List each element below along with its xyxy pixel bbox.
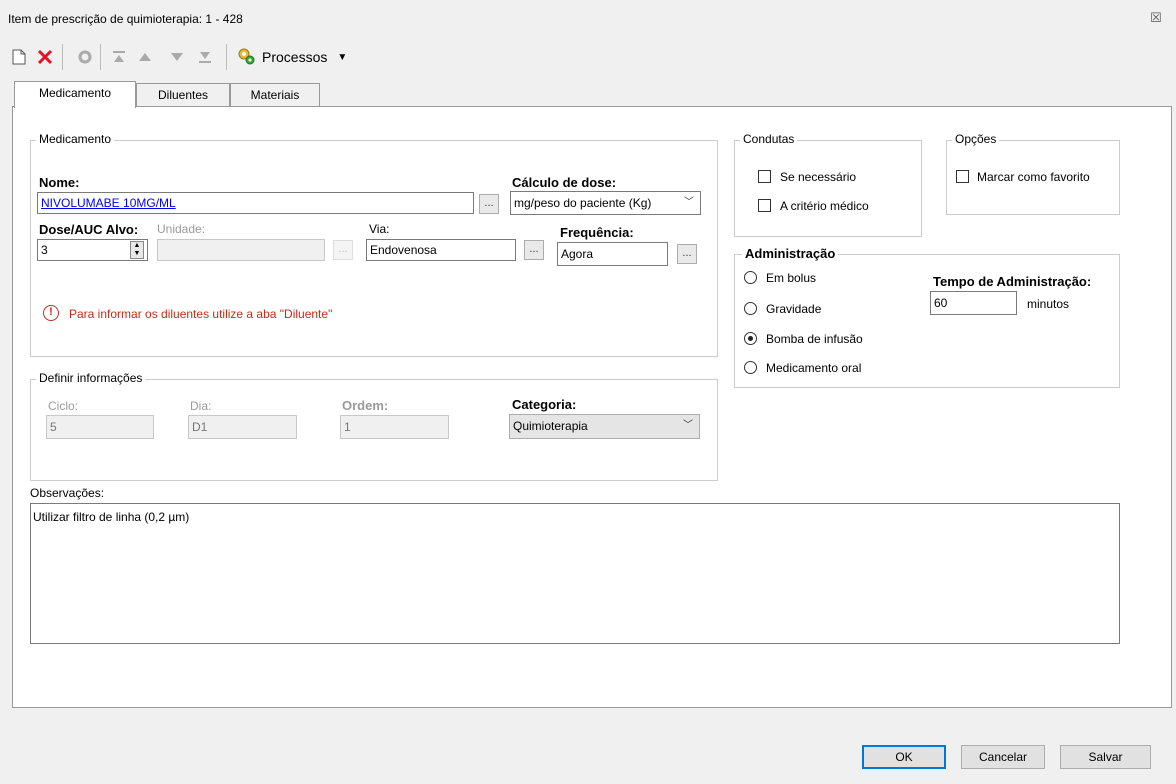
processos-menu[interactable]: Processos ▼ xyxy=(236,46,347,68)
processes-gear-icon xyxy=(236,46,256,69)
unidade-label: Unidade: xyxy=(157,222,206,236)
observacoes-value: Utilizar filtro de linha (0,2 µm) xyxy=(33,510,190,524)
via-field[interactable]: Endovenosa xyxy=(366,239,516,261)
tab-diluentes[interactable]: Diluentes xyxy=(136,83,230,106)
chevron-down-icon: ﹀ xyxy=(683,420,693,431)
move-top-icon[interactable] xyxy=(108,46,130,68)
via-browse-button[interactable]: ... xyxy=(524,240,544,260)
condutas-group-label: Condutas xyxy=(740,132,798,146)
cancelar-button[interactable]: Cancelar xyxy=(961,745,1045,769)
unidade-browse-button: ... xyxy=(333,240,353,260)
em-bolus-label: Em bolus xyxy=(766,271,817,285)
move-up-icon[interactable] xyxy=(134,46,156,68)
diluente-warning: Para informar os diluentes utilize a aba… xyxy=(69,307,333,321)
calculo-value: mg/peso do paciente (Kg) xyxy=(514,196,652,210)
observacoes-textarea[interactable]: Utilizar filtro de linha (0,2 µm) xyxy=(30,503,1120,644)
unidade-field xyxy=(157,239,325,261)
frequencia-browse-button[interactable]: ... xyxy=(677,244,697,264)
gravidade-radio[interactable] xyxy=(744,302,757,315)
categoria-label: Categoria: xyxy=(512,397,577,412)
processos-label: Processos xyxy=(262,49,328,65)
salvar-button[interactable]: Salvar xyxy=(1060,745,1151,769)
opcoes-group-label: Opções xyxy=(952,132,1000,146)
condutas-group xyxy=(734,140,922,237)
ciclo-label: Ciclo: xyxy=(48,399,79,413)
medicamento-oral-label: Medicamento oral xyxy=(766,361,862,375)
via-label: Via: xyxy=(369,222,390,236)
delete-icon[interactable] xyxy=(34,46,56,68)
close-icon[interactable]: ☒ xyxy=(1148,10,1164,26)
calculo-select[interactable]: mg/peso do paciente (Kg) ﹀ xyxy=(510,191,701,215)
categoria-value: Quimioterapia xyxy=(513,419,588,433)
ordem-label: Ordem: xyxy=(342,398,389,413)
tempo-unit: minutos xyxy=(1027,297,1070,311)
se-necessario-checkbox[interactable] xyxy=(758,170,771,183)
categoria-select[interactable]: Quimioterapia ﹀ xyxy=(509,414,700,439)
refresh-icon[interactable] xyxy=(74,46,96,68)
criterio-medico-checkbox[interactable] xyxy=(758,199,771,212)
bomba-infusao-label: Bomba de infusão xyxy=(766,332,863,346)
se-necessario-label: Se necessário xyxy=(780,170,857,184)
favorito-label: Marcar como favorito xyxy=(977,170,1090,184)
dose-value: 3 xyxy=(41,243,48,257)
medicamento-group-label: Medicamento xyxy=(36,132,115,146)
tab-materiais[interactable]: Materiais xyxy=(230,83,320,106)
chevron-down-icon: ﹀ xyxy=(684,197,694,208)
move-down-icon[interactable] xyxy=(166,46,188,68)
em-bolus-radio[interactable] xyxy=(744,271,757,284)
new-document-icon[interactable] xyxy=(8,46,30,68)
nome-label: Nome: xyxy=(39,175,80,190)
observacoes-label: Observações: xyxy=(30,486,105,500)
dia-label: Dia: xyxy=(190,399,212,413)
tempo-label: Tempo de Administração: xyxy=(933,274,1092,289)
stepper-arrows-icon[interactable]: ▲ ▼ xyxy=(130,241,144,259)
gravidade-label: Gravidade xyxy=(766,302,822,316)
calculo-label: Cálculo de dose: xyxy=(512,175,617,190)
dia-field: D1 xyxy=(188,415,297,439)
tempo-field[interactable]: 60 xyxy=(930,291,1017,315)
nome-browse-button[interactable]: ... xyxy=(479,194,499,214)
nome-field[interactable]: NIVOLUMABE 10MG/ML xyxy=(37,192,474,214)
tab-medicamento[interactable]: Medicamento xyxy=(14,81,136,108)
medicamento-oral-radio[interactable] xyxy=(744,361,757,374)
ordem-field: 1 xyxy=(340,415,449,439)
ok-button[interactable]: OK xyxy=(862,745,946,769)
chevron-down-icon: ▼ xyxy=(337,51,348,63)
criterio-medico-label: A critério médico xyxy=(780,199,869,213)
dose-label: Dose/AUC Alvo: xyxy=(39,222,139,237)
frequencia-field[interactable]: Agora xyxy=(557,242,668,266)
warning-icon: ! xyxy=(43,305,59,321)
bomba-infusao-radio[interactable] xyxy=(744,332,757,345)
move-bottom-icon[interactable] xyxy=(194,46,216,68)
favorito-checkbox[interactable] xyxy=(956,170,969,183)
definir-group-label: Definir informações xyxy=(36,371,146,385)
frequencia-label: Frequência: xyxy=(560,225,634,240)
window-title: Item de prescrição de quimioterapia: 1 -… xyxy=(8,12,243,26)
ciclo-field: 5 xyxy=(46,415,154,439)
administracao-group-label: Administração xyxy=(742,246,839,261)
